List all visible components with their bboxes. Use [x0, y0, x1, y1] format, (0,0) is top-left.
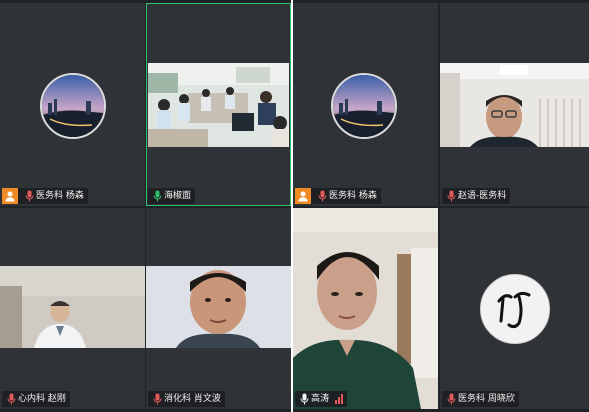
mic-on-icon[interactable] — [151, 188, 163, 204]
participant-tile-zhouxiaoxin[interactable]: 医务科 周晓欣 — [440, 208, 589, 409]
participant-name: 医务科 杨森 — [36, 191, 84, 201]
participant-name-label: 赵语-医务科 — [442, 188, 511, 204]
mic-muted-icon[interactable] — [23, 188, 35, 204]
participant-name: 高涛 — [311, 394, 330, 404]
mic-muted-icon[interactable] — [151, 391, 163, 407]
mic-on-icon[interactable] — [298, 391, 310, 407]
participant-name-label: 医务科 杨森 — [295, 188, 381, 204]
participant-tile-zhaogang[interactable]: 心内科 赵刚 — [0, 208, 145, 409]
man-glasses-video — [440, 63, 589, 147]
man-video-large — [293, 208, 438, 409]
calligraphy-logo — [480, 274, 550, 344]
participant-name-label: 高涛 — [295, 391, 348, 407]
mic-muted-icon[interactable] — [445, 188, 457, 204]
host-icon — [2, 188, 18, 204]
meeting-room-video — [148, 63, 289, 147]
participant-name: 消化科 肖文波 — [164, 394, 221, 404]
participant-name: 医务科 杨森 — [329, 191, 377, 201]
participant-name: 赵语-医务科 — [458, 191, 507, 201]
participant-name-label: 医务科 杨森 — [2, 188, 88, 204]
participant-name-label: 心内科 赵刚 — [2, 391, 70, 407]
participant-tile-haijiaomian[interactable]: 海椒面 — [146, 3, 291, 206]
participant-name: 医务科 周晓欣 — [458, 394, 515, 404]
participant-tile-gaotao[interactable]: 高涛 — [293, 208, 438, 409]
participant-tile-zhaoyu[interactable]: 赵语-医务科 — [440, 3, 589, 206]
man-video — [146, 266, 291, 348]
participant-tile-yangsen-right[interactable]: 医务科 杨森 — [293, 3, 438, 206]
participant-name-label: 医务科 周晓欣 — [442, 391, 519, 407]
right-meeting-panel: 医务科 杨森 赵语-医务科 高涛 医务科 周晓欣 — [293, 0, 589, 412]
left-meeting-panel: 医务科 杨森 海椒面 心内科 赵刚 消化科 肖文波 — [0, 0, 291, 412]
participant-tile-yangsen-left[interactable]: 医务科 杨森 — [0, 3, 145, 206]
participant-name-label: 消化科 肖文波 — [148, 391, 225, 407]
mic-muted-icon[interactable] — [445, 391, 457, 407]
participant-name: 海椒面 — [164, 191, 192, 201]
mic-muted-icon[interactable] — [5, 391, 17, 407]
participant-tile-xiaowenbo[interactable]: 消化科 肖文波 — [146, 208, 291, 409]
mic-muted-icon[interactable] — [316, 188, 328, 204]
avatar — [331, 73, 397, 139]
avatar — [40, 73, 106, 139]
host-icon — [295, 188, 311, 204]
doctor-video — [0, 266, 145, 348]
participant-name: 心内科 赵刚 — [18, 394, 66, 404]
signal-strength-icon — [335, 394, 344, 404]
participant-name-label: 海椒面 — [148, 188, 196, 204]
